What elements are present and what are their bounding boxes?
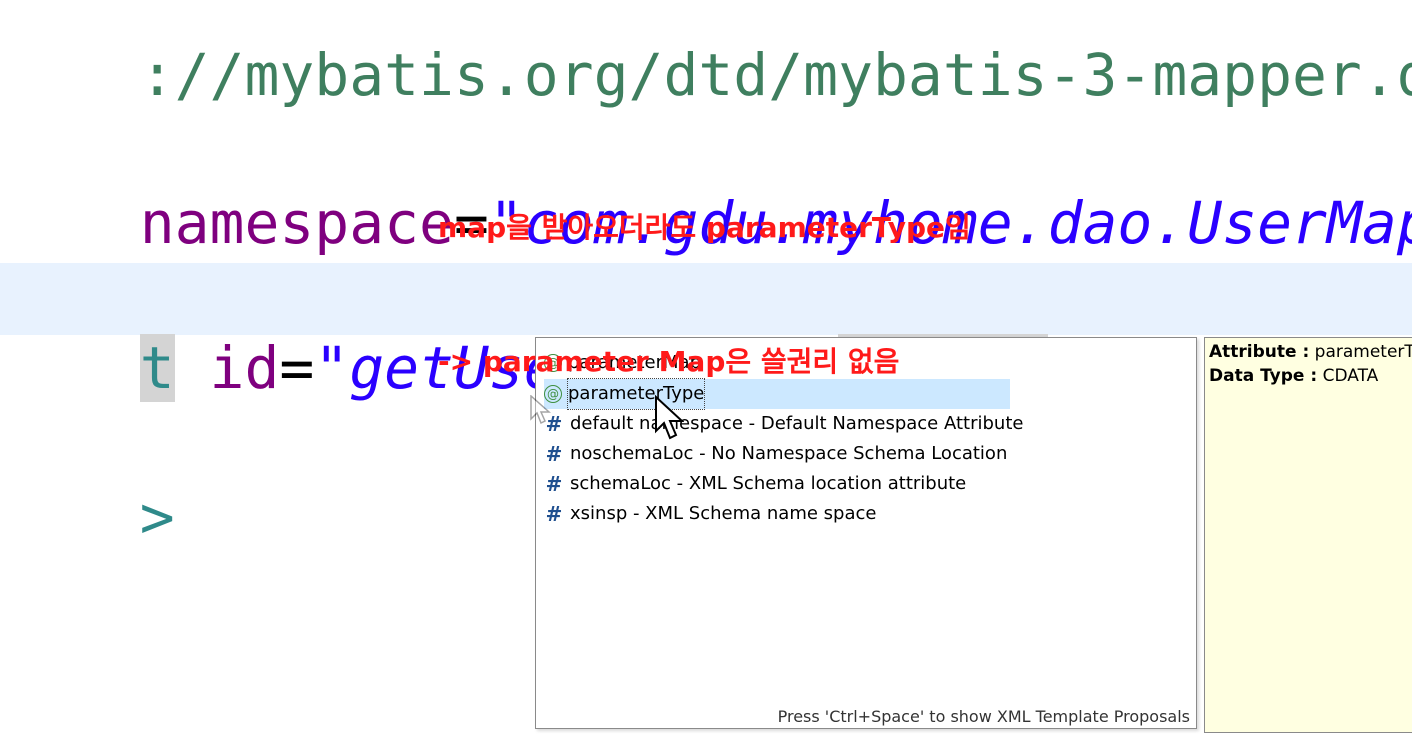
namespace-attribute: namespace <box>139 189 454 257</box>
annotation-middle: -> parameter Map은 쓸권리 없음 <box>438 345 900 378</box>
proposal-label: default namespace - Default Namespace At… <box>570 413 1024 434</box>
mouse-cursor-icon <box>655 395 684 440</box>
hash-icon: # <box>545 502 563 526</box>
proposal-item-default-namespace[interactable]: # default namespace - Default Namespace … <box>544 409 1024 439</box>
proposals-footer-hint: Press 'Ctrl+Space' to show XML Template … <box>777 707 1190 726</box>
select-tag-end: t <box>139 334 175 402</box>
info-datatype-value: CDATA <box>1322 366 1379 386</box>
proposal-item-noschemaloc[interactable]: # noschemaLoc - No Namespace Schema Loca… <box>544 439 1008 469</box>
info-datatype-line: Data Type : CDATA <box>1209 364 1412 388</box>
info-attribute-key: Attribute : <box>1209 342 1310 362</box>
editor-stage: ://mybatis.org/dtd/mybatis-3-mapper.dtd … <box>0 0 1412 750</box>
proposal-label: xsinsp - XML Schema name space <box>570 503 877 524</box>
info-attribute-value: parameterType <box>1314 342 1412 362</box>
content-assist-popup[interactable]: @ parameterMap @ parameterType # default… <box>535 337 1197 729</box>
doctype-url: ://mybatis.org/dtd/mybatis-3-mapper.dtd … <box>139 41 1412 109</box>
proposal-label: schemaLoc - XML Schema location attribut… <box>570 473 967 494</box>
info-attribute-line: Attribute : parameterType <box>1209 340 1412 364</box>
proposal-item-xsinsp[interactable]: # xsinsp - XML Schema name space <box>544 499 877 529</box>
proposal-item-parametertype[interactable]: @ parameterType <box>544 378 1010 410</box>
info-datatype-key: Data Type : <box>1209 366 1318 386</box>
hash-icon: # <box>545 472 563 496</box>
closing-bracket: > <box>139 483 175 551</box>
id-attribute: id <box>209 334 280 402</box>
code-line-end[interactable]: > <box>0 412 175 622</box>
proposal-item-schemaloc[interactable]: # schemaLoc - XML Schema location attrib… <box>544 469 967 499</box>
hash-icon: # <box>545 442 563 466</box>
mouse-cursor-ghost-icon <box>530 395 551 425</box>
equals-sign: = <box>279 334 315 402</box>
attribute-info-panel: Attribute : parameterType Data Type : CD… <box>1204 337 1412 733</box>
annotation-top: map을 받아오더라도 parameterType임 <box>438 211 971 244</box>
proposal-label: noschemaLoc - No Namespace Schema Locati… <box>570 443 1008 464</box>
